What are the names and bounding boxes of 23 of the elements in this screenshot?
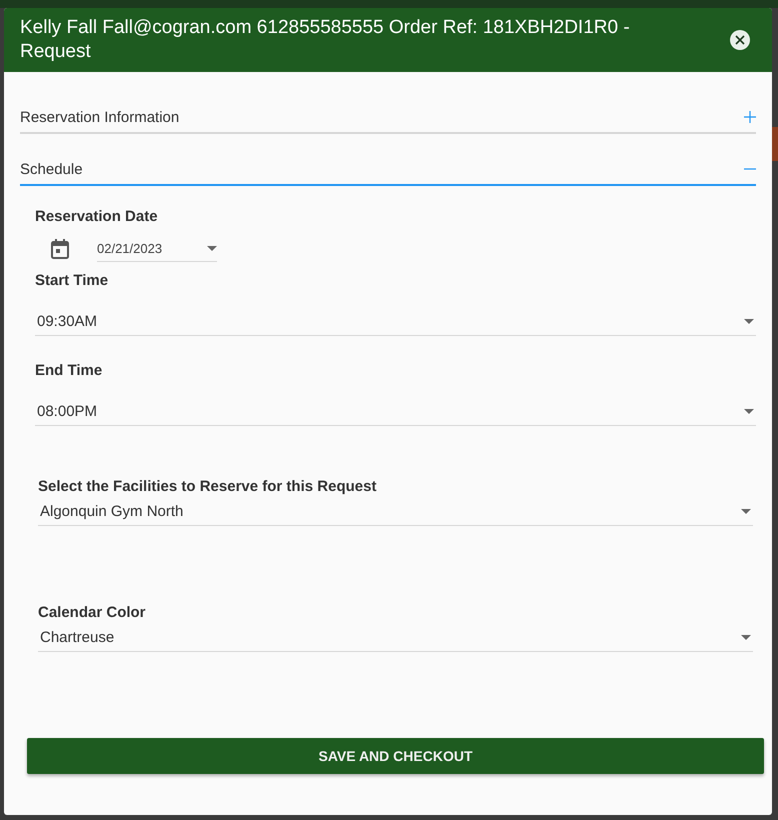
time-field[interactable]: 08:00PM: [35, 397, 756, 426]
accordion-header[interactable]: Schedule: [20, 154, 756, 186]
field-label: End Time: [35, 362, 104, 379]
dialog-title: Kelly Fall Fall@cogran.com 612855585555 Order Ref: 181XBH2DI1R0 - Request: [20, 16, 631, 64]
date-field[interactable]: 02/21/2023: [97, 235, 217, 262]
field-label: Select the Facilities to Reserve for this Request: [38, 478, 378, 495]
caret-icon: [744, 318, 754, 324]
caret-icon: [741, 634, 751, 640]
caret-icon: [207, 246, 217, 250]
accordion-header[interactable]: Reservation Information: [20, 102, 756, 134]
calendar-icon: [51, 238, 69, 258]
select-field[interactable]: Chartreuse: [38, 623, 753, 652]
close-icon: [735, 35, 745, 45]
field-label: Calendar Color: [38, 604, 147, 621]
time-field[interactable]: 09:30AM: [35, 307, 756, 336]
field-label: Reservation Date: [35, 208, 159, 225]
plus-icon: [744, 111, 756, 123]
field-label: Start Time: [35, 272, 110, 289]
save-button[interactable]: SAVE AND CHECKOUT: [27, 738, 764, 774]
caret-icon: [744, 408, 754, 414]
caret-icon: [741, 508, 751, 514]
close-button[interactable]: [730, 30, 750, 50]
select-field[interactable]: Algonquin Gym North: [38, 497, 753, 526]
